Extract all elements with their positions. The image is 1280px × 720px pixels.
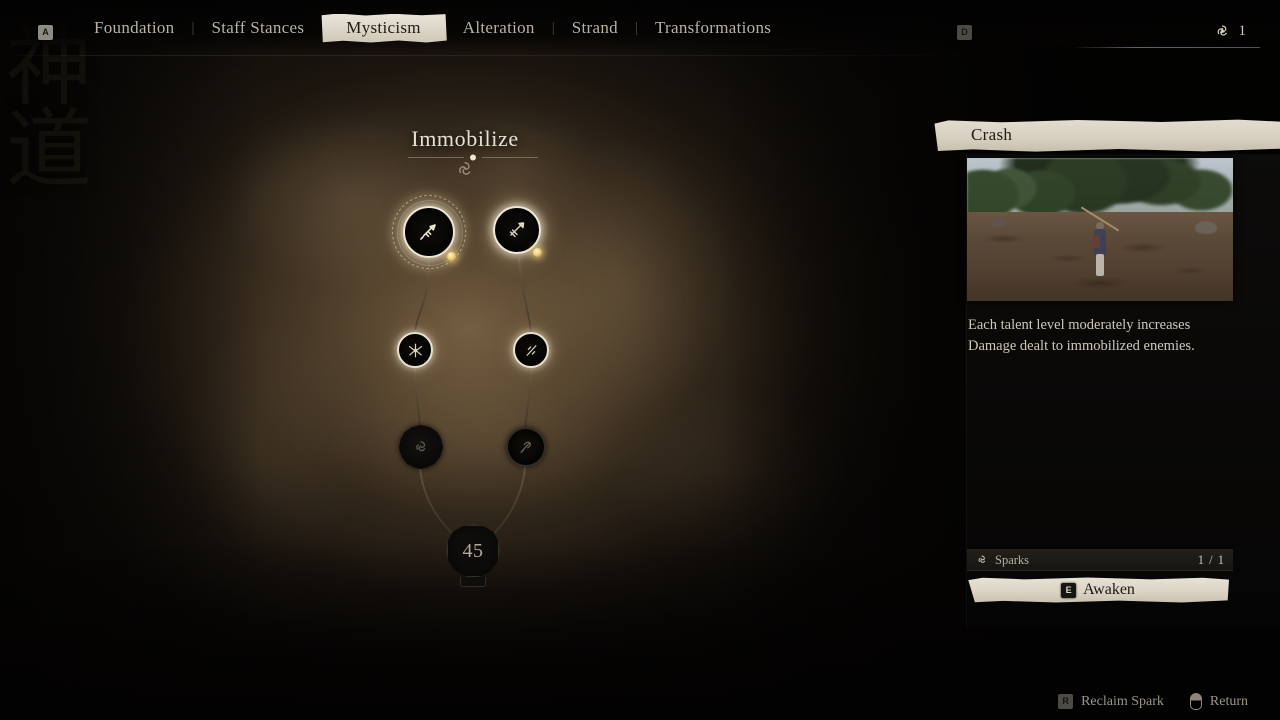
tab-transformations[interactable]: Transformations xyxy=(639,18,787,38)
spark-swirl-icon xyxy=(1217,25,1227,36)
spark-counter-underline xyxy=(1070,47,1260,48)
bottom-hint-bar: R Reclaim Spark Return xyxy=(1058,693,1248,710)
sparks-row: Sparks 1 / 1 xyxy=(967,549,1233,571)
tree-sigil xyxy=(0,158,930,187)
preview-grain-overlay xyxy=(967,158,1233,301)
awaken-button-label: Awaken xyxy=(1083,581,1135,598)
skill-node-pin[interactable] xyxy=(493,206,542,257)
category-tabs: Foundation | Staff Stances Mysticism Alt… xyxy=(78,0,787,56)
skill-node-shatter[interactable] xyxy=(397,332,433,368)
tab-mysticism[interactable]: Mysticism xyxy=(321,13,447,43)
swirl-sigil-icon xyxy=(459,162,471,175)
panel-title: Crash xyxy=(971,125,1013,144)
tree-title: Immobilize xyxy=(411,126,519,151)
talent-detail-panel: Crash Each talent level moderately incre… xyxy=(931,119,1280,627)
panel-body: Each talent level moderately increases D… xyxy=(966,154,1280,627)
slash-icon xyxy=(526,344,536,356)
spark-counter: 1 xyxy=(1213,22,1247,41)
tab-staff-stances[interactable]: Staff Stances xyxy=(195,18,320,38)
nav-prev-key-badge[interactable]: A xyxy=(38,25,53,40)
gate-level-value: 45 xyxy=(462,539,484,562)
spiral-icon xyxy=(416,441,426,452)
tab-strand[interactable]: Strand xyxy=(556,18,634,38)
talent-preview-video xyxy=(967,158,1233,301)
burst-icon xyxy=(408,343,422,357)
mouse-icon xyxy=(1189,693,1202,710)
pinned-blade-icon xyxy=(509,222,525,238)
spark-count-value: 1 xyxy=(1238,23,1247,39)
fist-strike-icon xyxy=(420,224,436,240)
node-spark-indicator xyxy=(447,252,456,261)
skill-node-crash[interactable] xyxy=(392,195,466,269)
gate-tab xyxy=(460,577,486,587)
reclaim-spark-label: Reclaim Spark xyxy=(1081,693,1164,709)
skill-node-pierce[interactable] xyxy=(513,332,549,368)
skill-tree-canvas[interactable]: Immobilize 45 xyxy=(0,0,930,720)
sparks-label: Sparks xyxy=(995,552,1030,567)
tab-alteration[interactable]: Alteration xyxy=(447,18,551,38)
level-gate-node[interactable]: 45 xyxy=(446,524,500,587)
skill-node-locked-spiral[interactable] xyxy=(399,425,443,469)
top-navigation-bar: A Foundation | Staff Stances Mysticism A… xyxy=(0,0,1280,56)
tree-connection-lines xyxy=(414,257,532,542)
hint-reclaim-spark[interactable]: R Reclaim Spark xyxy=(1058,694,1164,710)
nav-next-key-badge[interactable]: D xyxy=(957,25,972,40)
hint-return[interactable]: Return xyxy=(1189,693,1248,710)
skill-node-locked-feather[interactable] xyxy=(506,427,546,467)
node-spark-indicator xyxy=(533,248,542,257)
talent-description: Each talent level moderately increases D… xyxy=(968,317,1195,355)
preview-scene xyxy=(967,158,1233,301)
reclaim-spark-key-badge: R xyxy=(1058,694,1074,709)
nav-hairline xyxy=(0,55,1000,56)
feather-slash-icon xyxy=(520,441,531,453)
spark-swirl-icon xyxy=(978,555,986,563)
return-label: Return xyxy=(1209,693,1248,709)
awaken-button[interactable]: E Awaken xyxy=(968,577,1229,603)
awaken-key-badge: E xyxy=(1061,582,1077,598)
sparks-count: 1 / 1 xyxy=(1197,552,1225,567)
tab-foundation[interactable]: Foundation xyxy=(78,18,190,38)
